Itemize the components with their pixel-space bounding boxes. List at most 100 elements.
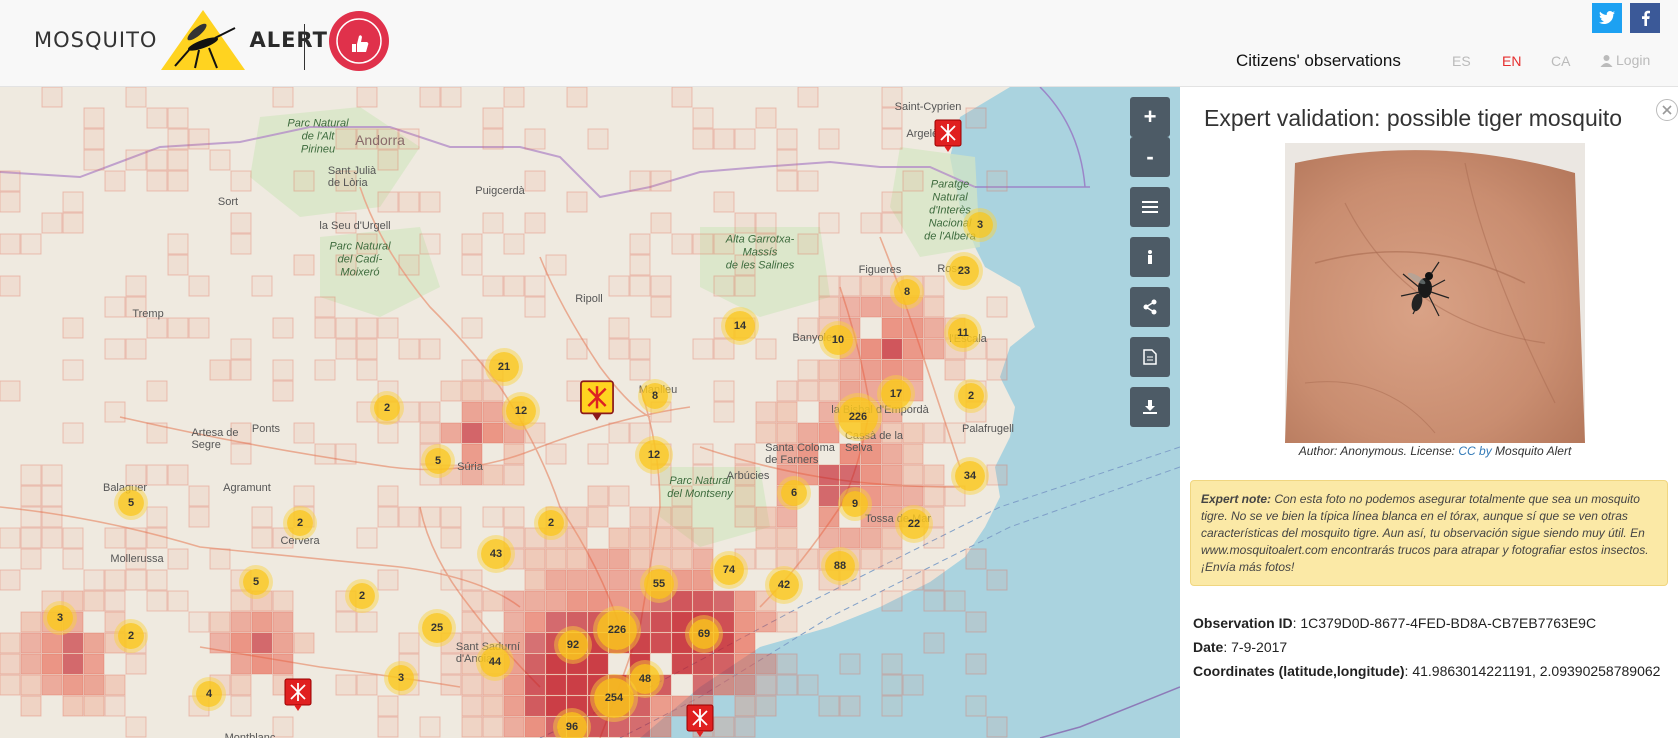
lang-ca-link[interactable]: CA (1551, 53, 1570, 69)
observation-cluster[interactable]: 12 (506, 396, 536, 426)
selected-observation-marker-icon[interactable] (579, 380, 615, 422)
observation-grid-cell (545, 569, 567, 591)
observation-cluster[interactable]: 42 (769, 570, 799, 600)
observation-grid-cell (524, 611, 546, 633)
observation-cluster[interactable]: 8 (642, 383, 668, 409)
observation-grid-cell (62, 548, 84, 570)
observation-grid-cell (608, 716, 630, 738)
observation-grid-cell (566, 611, 588, 633)
observation-cluster[interactable]: 69 (689, 619, 719, 649)
observation-grid-cell (545, 548, 567, 570)
observation-grid-cell (461, 611, 483, 633)
observation-cluster[interactable]: 3 (47, 605, 73, 631)
observation-cluster[interactable]: 88 (825, 551, 855, 581)
nav-citizens-observations[interactable]: Citizens' observations (1236, 51, 1401, 71)
twitter-share-button[interactable] (1592, 3, 1622, 33)
observation-cluster[interactable]: 2 (349, 583, 375, 609)
observation-cluster[interactable]: 6 (781, 480, 807, 506)
observation-grid-cell (230, 233, 252, 255)
observation-grid-cell (524, 422, 546, 444)
observation-cluster[interactable]: 10 (823, 325, 853, 355)
observation-cluster[interactable]: 55 (644, 569, 674, 599)
observation-photo[interactable] (1285, 143, 1585, 443)
observation-cluster[interactable]: 25 (422, 613, 452, 643)
tiger-mosquito-marker-icon[interactable] (686, 704, 714, 738)
observation-cluster[interactable]: 3 (388, 665, 414, 691)
observation-cluster[interactable]: 5 (425, 448, 451, 474)
share-button[interactable] (1130, 287, 1170, 327)
observation-grid-cell (272, 380, 294, 402)
observation-grid-cell (944, 359, 966, 381)
observation-cluster[interactable]: 43 (481, 539, 511, 569)
observation-grid-cell (167, 548, 189, 570)
observation-cluster[interactable]: 5 (243, 569, 269, 595)
observation-cluster[interactable]: 12 (639, 440, 669, 470)
observation-grid-cell (62, 632, 84, 654)
info-button[interactable] (1130, 237, 1170, 277)
observation-cluster[interactable]: 4 (196, 681, 222, 707)
map-canvas[interactable]: Andorra Sant Julià de Lòria Sort la Seu d'U… (0, 87, 1180, 738)
observation-cluster[interactable]: 8 (894, 279, 920, 305)
license-link[interactable]: CC by (1458, 444, 1491, 458)
brand-logo-link[interactable]: MOSQUITO ALERT (34, 8, 328, 72)
observation-grid-cell (755, 611, 777, 633)
observation-cluster[interactable]: 2 (538, 510, 564, 536)
observation-cluster[interactable]: 2 (118, 623, 144, 649)
zoom-in-button[interactable]: + (1130, 97, 1170, 137)
report-button[interactable] (1130, 337, 1170, 377)
tiger-mosquito-marker-icon[interactable] (934, 119, 962, 153)
observation-grid-cell (146, 464, 168, 486)
observation-grid-cell (419, 233, 441, 255)
observation-cluster[interactable]: 92 (558, 630, 588, 660)
observation-cluster[interactable]: 11 (948, 318, 978, 348)
observation-grid-cell (377, 149, 399, 171)
observation-cluster[interactable]: 2 (287, 510, 313, 536)
observation-grid-cell (230, 674, 252, 696)
observation-cluster[interactable]: 14 (725, 311, 755, 341)
observation-grid-cell (923, 569, 945, 591)
observation-cluster[interactable]: 48 (630, 664, 660, 694)
observation-grid-cell (902, 359, 924, 381)
observation-cluster[interactable]: 96 (557, 712, 587, 738)
observation-cluster[interactable]: 34 (955, 461, 985, 491)
layers-button[interactable] (1130, 187, 1170, 227)
observation-grid-cell (314, 317, 336, 339)
observation-grid-cell (440, 380, 462, 402)
observation-grid-cell (314, 359, 336, 381)
observation-grid-cell (83, 590, 105, 612)
observation-cluster[interactable]: 74 (714, 555, 744, 585)
observation-cluster[interactable]: 9 (842, 491, 868, 517)
login-link[interactable]: Login (1600, 52, 1650, 68)
observation-cluster[interactable]: 5 (118, 490, 144, 516)
observation-cluster[interactable]: 23 (949, 256, 979, 286)
zoom-out-button[interactable]: - (1130, 137, 1170, 177)
observation-cluster[interactable]: 226 (838, 397, 878, 437)
observation-cluster[interactable]: 254 (594, 678, 634, 718)
close-panel-button[interactable] (1656, 99, 1678, 121)
observation-grid-cell (503, 275, 525, 297)
observation-grid-cell (125, 149, 147, 171)
observation-cluster[interactable]: 21 (489, 352, 519, 382)
observation-cluster[interactable]: 44 (480, 647, 510, 677)
tiger-mosquito-marker-icon[interactable] (284, 678, 312, 712)
observation-cluster[interactable]: 226 (597, 610, 637, 650)
observation-grid-cell (671, 527, 693, 549)
download-button[interactable] (1130, 387, 1170, 427)
observation-grid-cell (293, 485, 315, 507)
observation-cluster[interactable]: 22 (899, 509, 929, 539)
observation-grid-cell (608, 338, 630, 360)
observation-grid-cell (419, 401, 441, 423)
observation-grid-cell (167, 254, 189, 276)
observation-grid-cell (524, 128, 546, 150)
lang-es-link[interactable]: ES (1452, 53, 1471, 69)
observation-grid-cell (734, 506, 756, 528)
observation-cluster[interactable]: 2 (374, 395, 400, 421)
top-navbar: MOSQUITO ALERT Citizens' observations ES… (0, 0, 1678, 87)
observation-grid-cell (503, 422, 525, 444)
observation-grid-cell (20, 506, 42, 528)
observation-cluster[interactable]: 17 (881, 379, 911, 409)
lang-en-link[interactable]: EN (1502, 53, 1521, 69)
observation-cluster[interactable]: 3 (967, 212, 993, 238)
observation-cluster[interactable]: 2 (958, 383, 984, 409)
facebook-share-button[interactable] (1630, 3, 1660, 33)
